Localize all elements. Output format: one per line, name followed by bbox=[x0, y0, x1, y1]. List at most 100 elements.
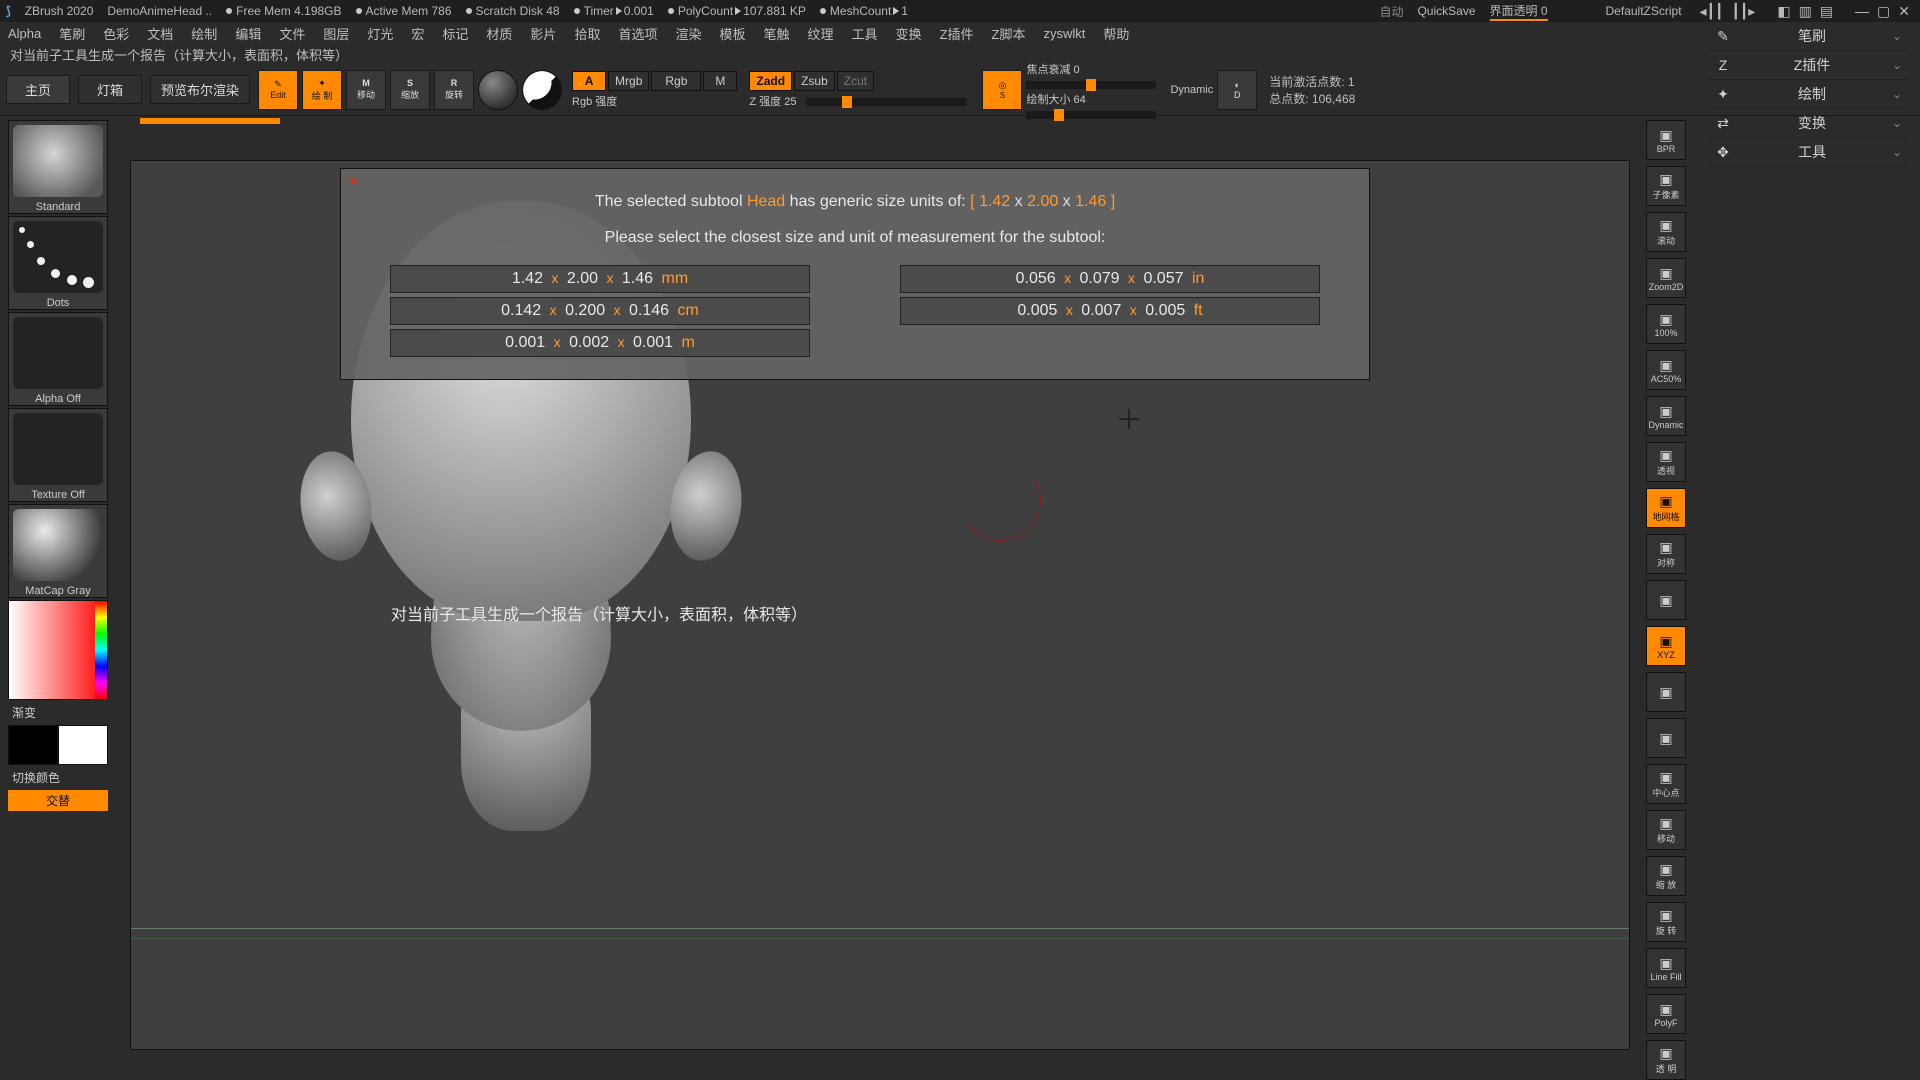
menu-图层[interactable]: 图层 bbox=[323, 24, 349, 43]
shelf-透视[interactable]: ▣透视 bbox=[1646, 442, 1686, 482]
ui-transparency[interactable]: 界面透明 0 bbox=[1490, 2, 1548, 21]
prev-icon[interactable]: ◂┃┃ bbox=[1700, 3, 1724, 20]
material-slot[interactable]: MatCap Gray bbox=[8, 504, 108, 598]
shelf-Zoom2D[interactable]: ▣Zoom2D bbox=[1646, 258, 1686, 298]
menu-灯光[interactable]: 灯光 bbox=[367, 24, 393, 43]
lightbox-tab[interactable]: 灯箱 bbox=[78, 75, 142, 104]
shelf-缩 放[interactable]: ▣缩 放 bbox=[1646, 856, 1686, 896]
rotate-button[interactable]: R旋转 bbox=[434, 70, 474, 110]
home-tab[interactable]: 主页 bbox=[6, 75, 70, 104]
shelf-XYZ[interactable]: ▣XYZ bbox=[1646, 626, 1686, 666]
dynamic-label[interactable]: Dynamic bbox=[1170, 84, 1213, 96]
panel-Z插件[interactable]: ZZ插件⌄ bbox=[1708, 51, 1908, 80]
focal-shift-icon[interactable]: ◎S bbox=[982, 70, 1022, 110]
menu-编辑[interactable]: 编辑 bbox=[235, 24, 261, 43]
menu-纹理[interactable]: 纹理 bbox=[808, 24, 834, 43]
sculptris-icon[interactable] bbox=[522, 70, 562, 110]
shelf-100%[interactable]: ▣100% bbox=[1646, 304, 1686, 344]
alpha-slot[interactable]: Alpha Off bbox=[8, 312, 108, 406]
rgb-button[interactable]: Rgb bbox=[651, 71, 701, 91]
maximize-icon[interactable]: ▢ bbox=[1877, 3, 1890, 20]
shelf-AC50%[interactable]: ▣AC50% bbox=[1646, 350, 1686, 390]
shelf-滚动[interactable]: ▣滚动 bbox=[1646, 212, 1686, 252]
shelf-透 明[interactable]: ▣透 明 bbox=[1646, 1040, 1686, 1080]
gizmo-icon[interactable] bbox=[478, 70, 518, 110]
dynamic-icon[interactable]: ◐D bbox=[1217, 70, 1257, 110]
shelf-icon-10[interactable]: ▣ bbox=[1646, 580, 1686, 620]
scale-button[interactable]: S缩放 bbox=[390, 70, 430, 110]
panel-变换[interactable]: ⇄变换⌄ bbox=[1708, 109, 1908, 138]
unit-option-cm[interactable]: 0.142 x 0.200 x 0.146 cm bbox=[390, 297, 810, 325]
menu-zyswlkt[interactable]: zyswlkt bbox=[1043, 26, 1085, 41]
unit-option-in[interactable]: 0.056 x 0.079 x 0.057 in bbox=[900, 265, 1320, 293]
close-icon[interactable]: ✕ bbox=[1898, 3, 1910, 20]
unit-option-ft[interactable]: 0.005 x 0.007 x 0.005 ft bbox=[900, 297, 1320, 325]
shelf-Line Fill[interactable]: ▣Line Fill bbox=[1646, 948, 1686, 988]
alternate-button[interactable]: 交替 bbox=[8, 790, 108, 811]
brush-slot[interactable]: Standard bbox=[8, 120, 108, 214]
stroke-slot[interactable]: Dots bbox=[8, 216, 108, 310]
layout2-icon[interactable]: ▥ bbox=[1799, 3, 1812, 20]
menu-文件[interactable]: 文件 bbox=[279, 24, 305, 43]
draw-button[interactable]: ✦绘 制 bbox=[302, 70, 342, 110]
panel-绘制[interactable]: ✦绘制⌄ bbox=[1708, 80, 1908, 109]
edit-button[interactable]: ✎Edit bbox=[258, 70, 298, 110]
panel-笔刷[interactable]: ✎笔刷⌄ bbox=[1708, 22, 1908, 51]
menu-Z插件[interactable]: Z插件 bbox=[940, 24, 974, 43]
next-icon[interactable]: ┃┃▸ bbox=[1731, 3, 1755, 20]
mrgb-button[interactable]: Mrgb bbox=[608, 71, 649, 91]
menu-绘制[interactable]: 绘制 bbox=[191, 24, 217, 43]
zadd-button[interactable]: Zadd bbox=[749, 71, 792, 91]
minimize-icon[interactable]: — bbox=[1855, 3, 1869, 19]
color-picker[interactable] bbox=[8, 600, 108, 700]
shelf-中心点[interactable]: ▣中心点 bbox=[1646, 764, 1686, 804]
z-intensity-slider[interactable] bbox=[806, 98, 966, 106]
menu-Alpha[interactable]: Alpha bbox=[8, 26, 41, 41]
menu-Z脚本[interactable]: Z脚本 bbox=[992, 24, 1026, 43]
menu-拾取[interactable]: 拾取 bbox=[574, 24, 600, 43]
menu-首选项[interactable]: 首选项 bbox=[618, 24, 657, 43]
shelf-Dynamic[interactable]: ▣Dynamic bbox=[1646, 396, 1686, 436]
color-swatches[interactable] bbox=[8, 725, 108, 765]
close-dialog-icon[interactable]: × bbox=[349, 173, 358, 191]
menu-色彩[interactable]: 色彩 bbox=[103, 24, 129, 43]
menu-帮助[interactable]: 帮助 bbox=[1103, 24, 1129, 43]
menu-工具[interactable]: 工具 bbox=[852, 24, 878, 43]
quicksave-button[interactable]: QuickSave bbox=[1417, 4, 1475, 18]
shelf-icon-13[interactable]: ▣ bbox=[1646, 718, 1686, 758]
shelf-旋 转[interactable]: ▣旋 转 bbox=[1646, 902, 1686, 942]
menu-笔触[interactable]: 笔触 bbox=[764, 24, 790, 43]
shelf-地网格[interactable]: ▣地网格 bbox=[1646, 488, 1686, 528]
layout-icon[interactable]: ◧ bbox=[1777, 3, 1790, 20]
menu-变换[interactable]: 变换 bbox=[896, 24, 922, 43]
menu-模板[interactable]: 模板 bbox=[719, 24, 745, 43]
shelf-对称[interactable]: ▣对称 bbox=[1646, 534, 1686, 574]
mrgb-a-button[interactable]: A bbox=[572, 71, 606, 91]
layout3-icon[interactable]: ▤ bbox=[1820, 3, 1833, 20]
move-button[interactable]: M移动 bbox=[346, 70, 386, 110]
gradient-label[interactable]: 渐变 bbox=[8, 702, 108, 723]
shelf-移动[interactable]: ▣移动 bbox=[1646, 810, 1686, 850]
texture-slot[interactable]: Texture Off bbox=[8, 408, 108, 502]
menu-文档[interactable]: 文档 bbox=[147, 24, 173, 43]
zsub-button[interactable]: Zsub bbox=[794, 71, 835, 91]
preview-bpr-button[interactable]: 预览布尔渲染 bbox=[150, 75, 250, 104]
unit-option-m[interactable]: 0.001 x 0.002 x 0.001 m bbox=[390, 329, 810, 357]
zcut-button[interactable]: Zcut bbox=[837, 71, 874, 91]
shelf-PolyF[interactable]: ▣PolyF bbox=[1646, 994, 1686, 1034]
menu-材质[interactable]: 材质 bbox=[486, 24, 512, 43]
shelf-icon-12[interactable]: ▣ bbox=[1646, 672, 1686, 712]
menu-宏[interactable]: 宏 bbox=[411, 24, 424, 43]
menu-笔刷[interactable]: 笔刷 bbox=[59, 24, 85, 43]
shelf-BPR[interactable]: ▣BPR bbox=[1646, 120, 1686, 160]
menu-渲染[interactable]: 渲染 bbox=[675, 24, 701, 43]
draw-size-slider[interactable] bbox=[1026, 111, 1156, 119]
focal-shift-slider[interactable] bbox=[1026, 81, 1156, 89]
switch-color-label[interactable]: 切换颜色 bbox=[8, 767, 108, 788]
m-button[interactable]: M bbox=[703, 71, 737, 91]
menu-影片[interactable]: 影片 bbox=[530, 24, 556, 43]
menu-标记[interactable]: 标记 bbox=[442, 24, 468, 43]
panel-工具[interactable]: ✥工具⌄ bbox=[1708, 138, 1908, 167]
shelf-子像素[interactable]: ▣子像素 bbox=[1646, 166, 1686, 206]
unit-option-mm[interactable]: 1.42 x 2.00 x 1.46 mm bbox=[390, 265, 810, 293]
